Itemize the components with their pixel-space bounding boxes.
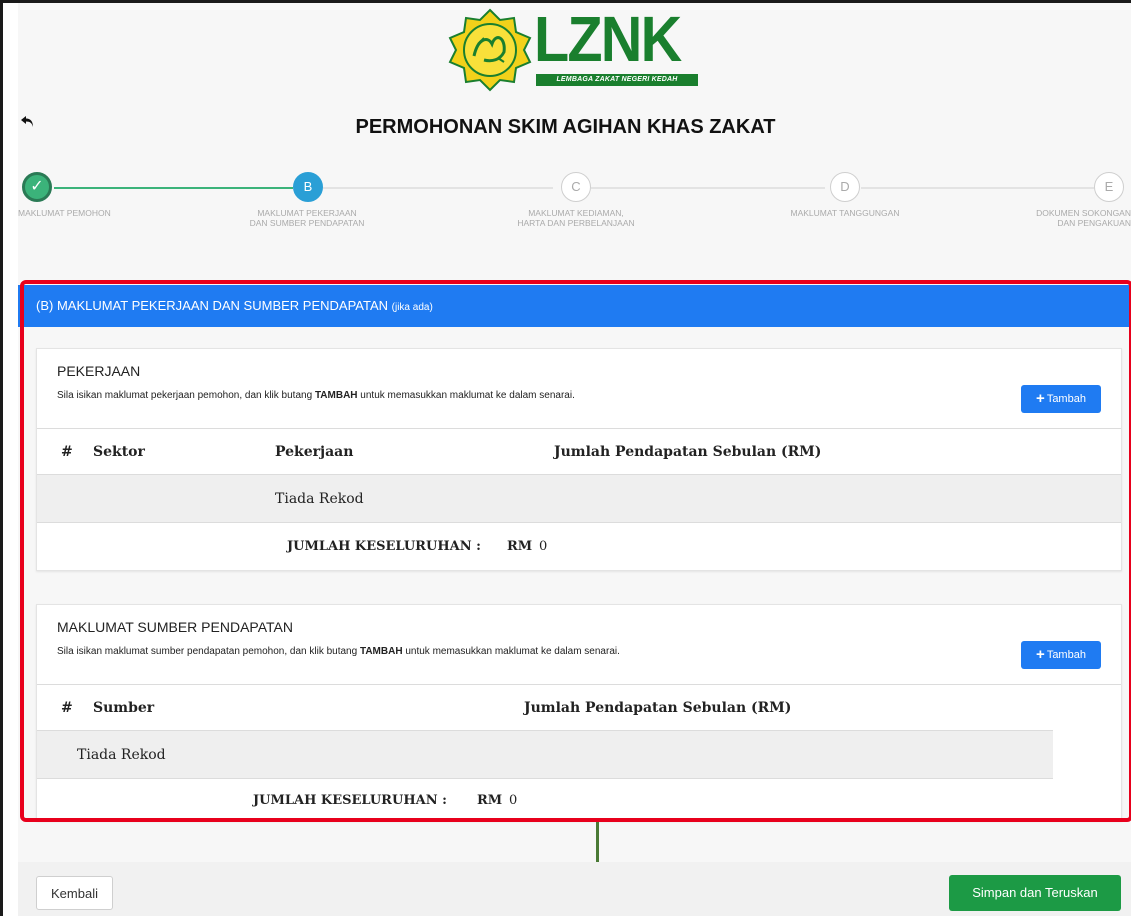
tambah-pekerjaan-button[interactable]: + Tambah <box>1021 385 1101 413</box>
plus-icon: + <box>1036 646 1045 663</box>
step-connector <box>323 187 553 189</box>
desc-bold: TAMBAH <box>314 390 358 401</box>
step-2-label-line2: DAN SUMBER PENDAPATAN <box>249 218 365 228</box>
empty-message: Tiada Rekod <box>77 747 166 763</box>
total-currency: RM <box>477 793 503 808</box>
logo-subtitle: LEMBAGA ZAKAT NEGERI KEDAH <box>536 74 698 86</box>
step-5-label-line1: DOKUMEN SOKONGAN <box>1036 208 1131 218</box>
zakat-seal-icon <box>448 8 532 92</box>
step-5-marker[interactable]: E <box>1094 172 1124 202</box>
pekerjaan-description: Sila isikan maklumat pekerjaan pemohon, … <box>57 390 575 401</box>
desc-text: Sila isikan maklumat sumber pendapatan p… <box>57 646 360 657</box>
column-header: Sumber <box>93 700 155 716</box>
step-5-label: DOKUMEN SOKONGAN DAN PENGAKUAN <box>1000 208 1131 228</box>
step-1-check-icon[interactable]: ✓ <box>22 172 52 202</box>
pekerjaan-card: PEKERJAAN Sila isikan maklumat pekerjaan… <box>36 348 1122 571</box>
form-footer: Kembali Simpan dan Teruskan <box>18 862 1131 916</box>
step-2-label-line1: MAKLUMAT PEKERJAAN <box>257 208 357 218</box>
simpan-teruskan-button[interactable]: Simpan dan Teruskan <box>949 875 1121 911</box>
column-header: Jumlah Pendapatan Sebulan (RM) <box>554 444 822 460</box>
total-label: JUMLAH KESELURUHAN : <box>287 539 481 554</box>
step-2-label: MAKLUMAT PEKERJAAN DAN SUMBER PENDAPATAN <box>232 208 382 228</box>
step-connector <box>591 187 825 189</box>
section-title: (B) MAKLUMAT PEKERJAAN DAN SUMBER PENDAP… <box>36 285 433 329</box>
step-3-label-line2: HARTA DAN PERBELANJAAN <box>517 218 635 228</box>
step-3-label: MAKLUMAT KEDIAMAN, HARTA DAN PERBELANJAA… <box>501 208 651 228</box>
desc-bold: TAMBAH <box>359 646 403 657</box>
column-header: # <box>61 700 73 716</box>
table-header-row: # Sumber Jumlah Pendapatan Sebulan (RM) <box>37 684 1121 731</box>
column-header: # <box>61 444 73 460</box>
progress-stepper: ✓ MAKLUMAT PEMOHON B MAKLUMAT PEKERJAAN … <box>0 168 1131 238</box>
step-4-marker[interactable]: D <box>830 172 860 202</box>
table-total-row: JUMLAH KESELURUHAN : RM 0 <box>37 778 1053 822</box>
column-header: Jumlah Pendapatan Sebulan (RM) <box>524 700 792 716</box>
total-label: JUMLAH KESELURUHAN : <box>253 793 447 808</box>
table-total-row: JUMLAH KESELURUHAN : RM 0 <box>37 522 1121 571</box>
sumber-title: MAKLUMAT SUMBER PENDAPATAN <box>57 619 293 635</box>
total-value: 0 <box>539 539 548 554</box>
plus-icon: + <box>1036 390 1045 407</box>
table-empty-row: Tiada Rekod <box>37 474 1121 523</box>
empty-message: Tiada Rekod <box>275 491 364 507</box>
button-label: Tambah <box>1046 393 1086 405</box>
section-note: (jika ada) <box>391 302 433 313</box>
lznk-logo: LZNK LEMBAGA ZAKAT NEGERI KEDAH <box>444 3 700 92</box>
column-header: Sektor <box>93 444 145 460</box>
step-3-label-line1: MAKLUMAT KEDIAMAN, <box>528 208 624 218</box>
section-body: PEKERJAAN Sila isikan maklumat pekerjaan… <box>18 327 1131 821</box>
column-header: Pekerjaan <box>275 444 354 460</box>
sumber-pendapatan-card: MAKLUMAT SUMBER PENDAPATAN Sila isikan m… <box>36 604 1122 821</box>
table-empty-row: Tiada Rekod <box>37 730 1053 779</box>
table-header-row: # Sektor Pekerjaan Jumlah Pendapatan Seb… <box>37 428 1121 475</box>
desc-text: Sila isikan maklumat pekerjaan pemohon, … <box>57 390 315 401</box>
step-5-label-line2: DAN PENGAKUAN <box>1057 218 1131 228</box>
kembali-button[interactable]: Kembali <box>36 876 113 910</box>
section-title-text: (B) MAKLUMAT PEKERJAAN DAN SUMBER PENDAP… <box>36 298 389 313</box>
page-title: PERMOHONAN SKIM AGIHAN KHAS ZAKAT <box>355 116 776 138</box>
step-3-marker[interactable]: C <box>561 172 591 202</box>
pekerjaan-title: PEKERJAAN <box>57 363 141 379</box>
logo-wordmark: LZNK <box>534 3 682 75</box>
total-currency: RM <box>507 539 533 554</box>
step-connector-done <box>54 187 293 189</box>
desc-text: untuk memasukkan maklumat ke dalam senar… <box>357 390 575 401</box>
total-value: 0 <box>509 793 518 808</box>
step-connector <box>861 187 1094 189</box>
step-2-marker[interactable]: B <box>293 172 323 202</box>
desc-text: untuk memasukkan maklumat ke dalam senar… <box>402 646 620 657</box>
step-4-label: MAKLUMAT TANGGUNGAN <box>790 208 900 218</box>
step-1-label: MAKLUMAT PEMOHON <box>18 208 111 218</box>
sumber-description: Sila isikan maklumat sumber pendapatan p… <box>57 646 620 657</box>
tambah-sumber-button[interactable]: + Tambah <box>1021 641 1101 669</box>
button-label: Tambah <box>1046 649 1086 661</box>
section-header: (B) MAKLUMAT PEKERJAAN DAN SUMBER PENDAP… <box>18 285 1131 327</box>
